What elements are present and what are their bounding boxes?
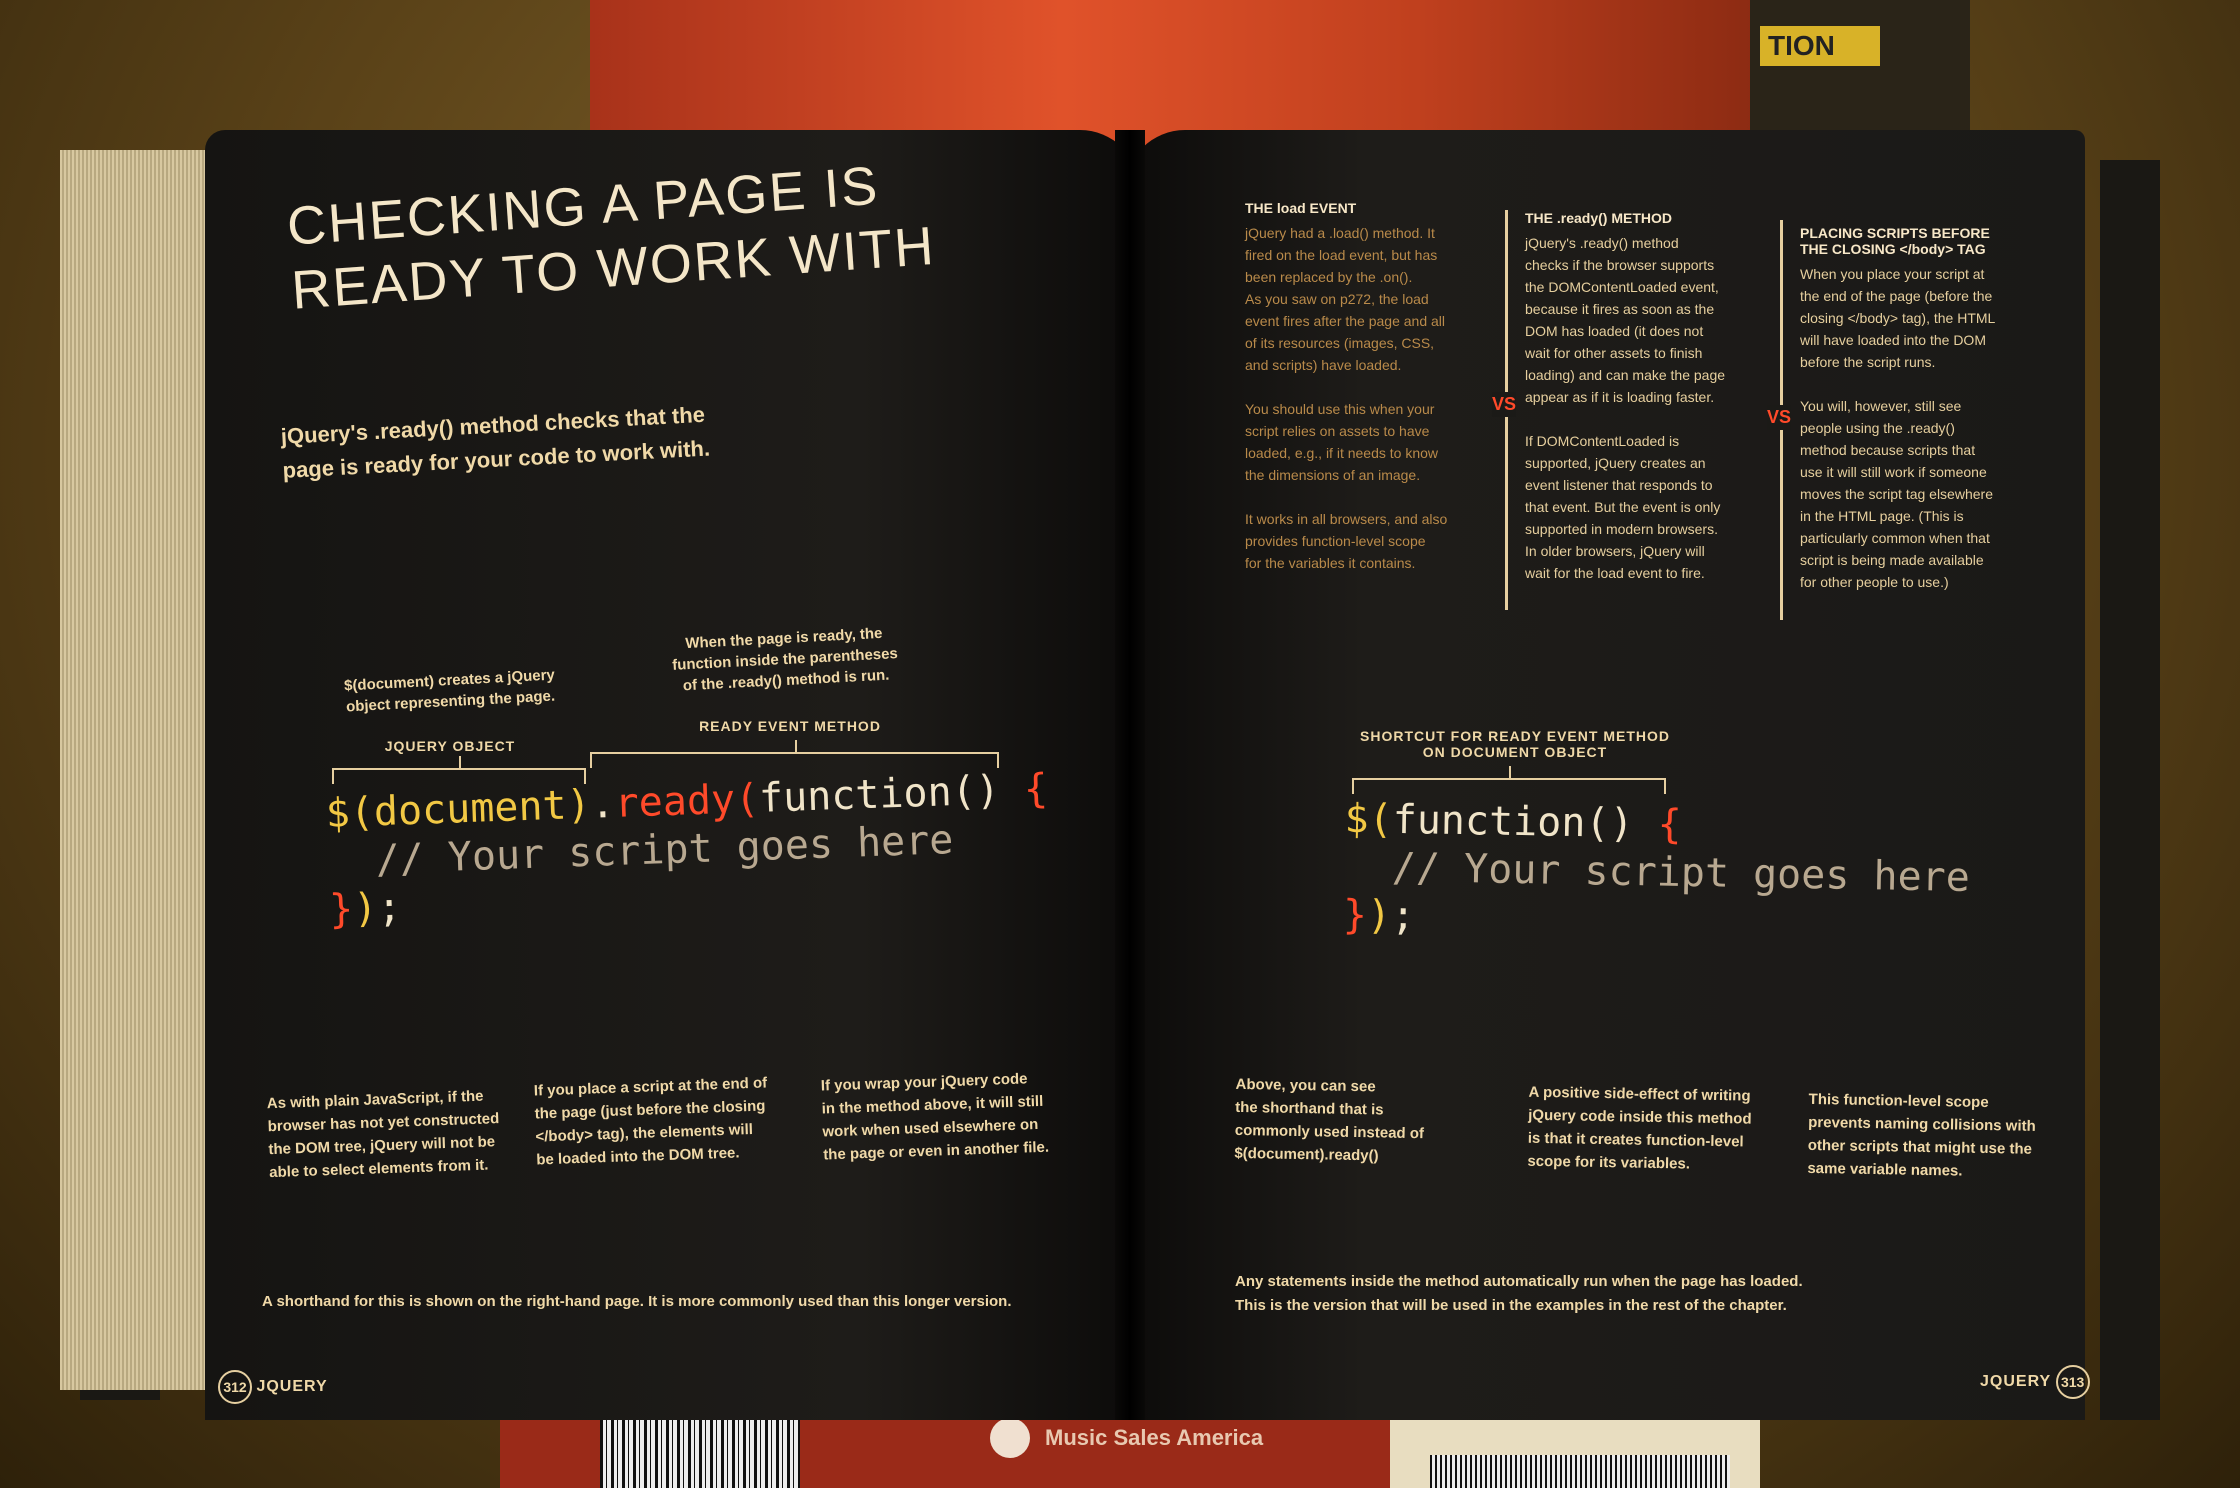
load-event-body-2: You should use this when your script rel… — [1245, 401, 1439, 483]
code-dollar: $( — [1344, 795, 1394, 843]
code-ready: ready( — [613, 775, 760, 827]
ready-method-heading: THE .ready() METHOD — [1525, 210, 1673, 226]
right-column-1: Above, you can see the shorthand that is… — [1234, 1075, 1425, 1165]
page-edges-left — [60, 150, 220, 1390]
background-spine-label: TION — [1760, 26, 1880, 66]
code-function: function() — [758, 766, 1025, 822]
code-function-short: function() — [1392, 796, 1659, 848]
page-number-left: 312 — [218, 1370, 252, 1404]
right-footer-note: Any statements inside the method automat… — [1235, 1273, 1803, 1314]
ready-method-body-2: If DOMContentLoaded is supported, jQuery… — [1525, 433, 1721, 581]
vs-label-2: VS — [1767, 405, 1792, 430]
running-head-left: JQUERY — [256, 1378, 328, 1396]
label-jquery-object: JQUERY OBJECT — [384, 738, 516, 754]
right-column-ready: THE .ready() METHOD jQuery's .ready() me… — [1525, 210, 1765, 584]
bracket-shortcut — [1352, 766, 1666, 794]
code-block-long: $(document).ready(function() { // Your s… — [325, 765, 1052, 934]
load-event-body: jQuery had a .load() method. It fired on… — [1245, 225, 1446, 373]
load-event-body-3: It works in all browsers, and also provi… — [1245, 511, 1448, 571]
left-footer-note: A shorthand for this is shown on the rig… — [262, 1293, 1012, 1310]
right-running-footer: JQUERY 313 — [1980, 1365, 2090, 1399]
left-running-footer: 312 JQUERY — [218, 1370, 328, 1404]
background-book-dark — [1750, 0, 1970, 150]
vs-label-1: VS — [1492, 392, 1517, 417]
code-close-brace-short: } — [1342, 891, 1368, 939]
barcode-icon-2 — [1430, 1455, 1730, 1488]
right-column-placing: PLACING SCRIPTS BEFORE THE CLOSING </bod… — [1800, 225, 2040, 593]
code-comment-short: // Your script goes here — [1343, 843, 1971, 901]
running-head-right: JQUERY — [1980, 1373, 2052, 1391]
placing-scripts-heading: PLACING SCRIPTS BEFORE THE CLOSING </bod… — [1800, 225, 1990, 257]
background-spine-text: Music Sales America — [1045, 1425, 1264, 1450]
code-close-paren: ) — [352, 885, 379, 933]
publisher-logo-icon — [990, 1418, 1030, 1458]
page-number-right: 313 — [2055, 1365, 2090, 1399]
code-dot: . — [589, 780, 616, 828]
code-open-brace-short: { — [1657, 801, 1683, 848]
bracket-ready-event — [590, 740, 999, 768]
load-event-heading: THE load EVENT — [1245, 200, 1357, 216]
code-close-paren-short: ) — [1366, 892, 1392, 939]
code-block-short: $(function() { // Your script goes here … — [1342, 795, 1971, 950]
ready-method-body: jQuery's .ready() method checks if the b… — [1525, 235, 1726, 405]
placing-scripts-body: When you place your script at the end of… — [1800, 266, 1996, 370]
barcode-icon — [600, 1420, 800, 1488]
book-gutter — [1115, 130, 1145, 1420]
right-column-2: A positive side-effect of writing jQuery… — [1527, 1083, 1752, 1173]
right-column-load: THE load EVENT jQuery had a .load() meth… — [1245, 200, 1485, 574]
code-semicolon-short: ; — [1390, 892, 1416, 940]
placing-scripts-body-2: You will, however, still see people usin… — [1800, 398, 1993, 590]
left-column-1: As with plain JavaScript, if the browser… — [266, 1087, 500, 1182]
book-cover-right — [2100, 160, 2160, 1420]
left-column-3: If you wrap your jQuery code in the meth… — [820, 1070, 1050, 1164]
label-shortcut: SHORTCUT FOR READY EVENT METHOD ON DOCUM… — [1360, 728, 1670, 760]
left-column-2: If you place a script at the end of the … — [533, 1074, 768, 1169]
code-semicolon: ; — [376, 884, 403, 932]
code-close-brace: } — [328, 886, 355, 933]
right-column-3: This function-level scope prevents namin… — [1807, 1090, 2036, 1180]
code-document: $(document) — [325, 781, 592, 837]
label-ready-event: READY EVENT METHOD — [699, 718, 881, 734]
code-open-brace: { — [1023, 765, 1049, 813]
